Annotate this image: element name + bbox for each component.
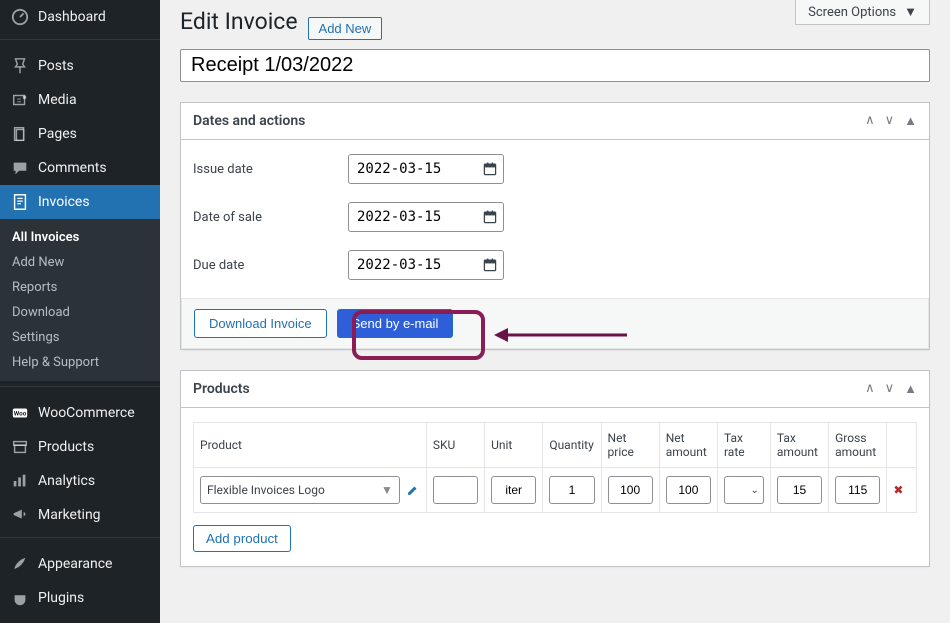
chart-icon [10, 471, 30, 491]
sidebar-item-pages[interactable]: Pages [0, 117, 160, 151]
archive-icon [10, 437, 30, 457]
sidebar-item-analytics[interactable]: Analytics [0, 464, 160, 498]
delete-row-button[interactable]: ✖ [887, 468, 917, 513]
download-invoice-button[interactable]: Download Invoice [194, 309, 327, 338]
products-table: Product SKU Unit Quantity Net price Net … [193, 422, 917, 513]
sidebar-item-woocommerce[interactable]: Woo WooCommerce [0, 396, 160, 430]
sidebar-sub-download[interactable]: Download [0, 300, 160, 325]
move-down-icon[interactable]: ∨ [885, 381, 895, 397]
page-title: Edit Invoice [180, 8, 298, 35]
main-content: Screen Options ▼ Edit Invoice Add New Da… [160, 0, 950, 623]
invoice-title-input[interactable] [180, 49, 930, 82]
sidebar-item-invoices[interactable]: Invoices [0, 185, 160, 219]
sidebar-item-label: Posts [38, 58, 74, 74]
add-new-button[interactable]: Add New [308, 17, 383, 40]
sidebar-item-label: Pages [38, 126, 77, 142]
invoice-icon [10, 192, 30, 212]
product-select[interactable]: Flexible Invoices Logo ▼ [200, 476, 400, 504]
net-price-input[interactable] [608, 476, 653, 504]
sidebar-item-label: Media [38, 92, 77, 108]
products-postbox: Products ∧ ∨ ▲ Product SKU Unit [180, 370, 930, 567]
sidebar-sub-reports[interactable]: Reports [0, 275, 160, 300]
send-by-email-button[interactable]: Send by e-mail [337, 309, 454, 338]
comment-icon [10, 158, 30, 178]
sidebar-item-label: Invoices [38, 194, 90, 210]
issue-date-label: Issue date [193, 162, 348, 177]
chevron-down-icon: ▼ [904, 4, 917, 20]
sidebar-item-label: Comments [38, 160, 107, 176]
dashboard-icon [10, 7, 30, 27]
col-qty: Quantity [543, 423, 601, 468]
dates-actions-title: Dates and actions [181, 103, 317, 139]
plugin-icon [10, 588, 30, 608]
megaphone-icon [10, 505, 30, 525]
sidebar-sub-add-new[interactable]: Add New [0, 250, 160, 275]
net-amount-input[interactable] [666, 476, 711, 504]
chevron-down-icon: ⌄ [751, 485, 759, 496]
col-net-price: Net price [601, 423, 659, 468]
sidebar-item-media[interactable]: Media [0, 83, 160, 117]
move-up-icon[interactable]: ∧ [865, 381, 875, 397]
table-header-row: Product SKU Unit Quantity Net price Net … [194, 423, 917, 468]
sidebar-item-label: Plugins [38, 590, 84, 606]
col-unit: Unit [485, 423, 543, 468]
svg-text:Woo: Woo [14, 410, 27, 418]
qty-input[interactable] [549, 476, 594, 504]
sidebar-item-products[interactable]: Products [0, 430, 160, 464]
sale-date-input[interactable] [348, 202, 504, 232]
gross-input[interactable] [835, 476, 880, 504]
products-title: Products [181, 371, 262, 407]
product-select-value: Flexible Invoices Logo [207, 483, 325, 497]
due-date-input[interactable] [348, 250, 504, 280]
sidebar-submenu-invoices: All Invoices Add New Reports Download Se… [0, 219, 160, 381]
dates-actions-postbox: Dates and actions ∧ ∨ ▲ Issue date Date … [180, 102, 930, 350]
tax-rate-select[interactable]: ⌄ [724, 476, 764, 504]
sidebar-item-label: Dashboard [38, 9, 106, 25]
col-product: Product [194, 423, 427, 468]
screen-options-button[interactable]: Screen Options ▼ [795, 0, 930, 25]
brush-icon [10, 554, 30, 574]
col-tax-amount: Tax amount [770, 423, 828, 468]
sidebar-item-label: Products [38, 439, 94, 455]
sku-input[interactable] [433, 476, 478, 504]
tax-amount-input[interactable] [777, 476, 822, 504]
table-row: Flexible Invoices Logo ▼ [194, 468, 917, 513]
edit-product-icon[interactable] [406, 483, 420, 497]
sidebar-item-dashboard[interactable]: Dashboard [0, 0, 160, 34]
page-icon [10, 124, 30, 144]
sidebar-item-comments[interactable]: Comments [0, 151, 160, 185]
collapse-icon[interactable]: ▲ [904, 381, 917, 397]
sidebar-item-appearance[interactable]: Appearance [0, 547, 160, 581]
sidebar-sub-help[interactable]: Help & Support [0, 350, 160, 375]
col-net-amount: Net amount [659, 423, 717, 468]
screen-options-label: Screen Options [808, 5, 896, 20]
dates-actions-footer: Download Invoice Send by e-mail [181, 298, 929, 349]
sidebar-item-label: Appearance [38, 556, 112, 572]
col-sku: SKU [426, 423, 484, 468]
collapse-icon[interactable]: ▲ [904, 113, 917, 129]
sale-date-label: Date of sale [193, 210, 348, 225]
add-product-button[interactable]: Add product [193, 525, 291, 552]
unit-input[interactable] [491, 476, 536, 504]
sidebar-item-label: Marketing [38, 507, 101, 523]
pin-icon [10, 56, 30, 76]
col-gross: Gross amount [829, 423, 887, 468]
chevron-down-icon: ▼ [381, 483, 393, 497]
issue-date-input[interactable] [348, 154, 504, 184]
sidebar-item-label: Analytics [38, 473, 95, 489]
sidebar-item-marketing[interactable]: Marketing [0, 498, 160, 532]
media-icon [10, 90, 30, 110]
move-down-icon[interactable]: ∨ [885, 113, 895, 129]
sidebar-item-posts[interactable]: Posts [0, 49, 160, 83]
move-up-icon[interactable]: ∧ [865, 113, 875, 129]
sidebar-sub-settings[interactable]: Settings [0, 325, 160, 350]
sidebar-item-label: WooCommerce [38, 405, 135, 421]
admin-sidebar: Dashboard Posts Media Pages Comments Inv… [0, 0, 160, 623]
sidebar-sub-all-invoices[interactable]: All Invoices [0, 225, 160, 250]
col-tax-rate: Tax rate [717, 423, 770, 468]
sidebar-item-plugins[interactable]: Plugins [0, 581, 160, 615]
woo-icon: Woo [10, 403, 30, 423]
due-date-label: Due date [193, 258, 348, 273]
